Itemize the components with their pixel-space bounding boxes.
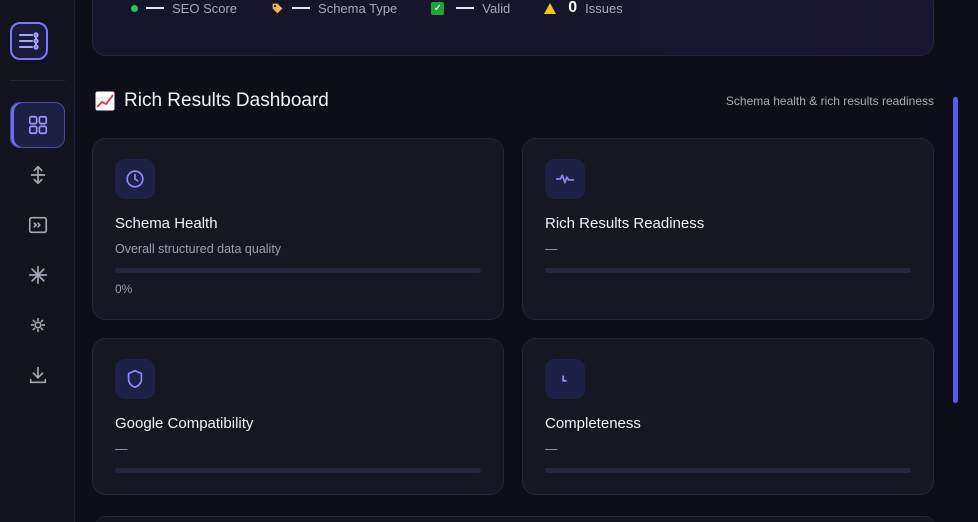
value-placeholder (292, 7, 311, 9)
card-icon-box (545, 359, 585, 399)
card-description: — (545, 242, 558, 256)
status-dot-icon (131, 4, 138, 12)
main-content: SEO Score Schema Type ✓ Valid 0 Issues R… (75, 0, 978, 522)
card-title: Schema Health (115, 215, 218, 232)
value-placeholder (456, 7, 475, 9)
card-description: — (115, 442, 128, 456)
menu-list-icon (19, 32, 39, 50)
card-google-compatibility: Google Compatibility — (92, 338, 504, 495)
progress-bar (115, 468, 481, 473)
card-title: Rich Results Readiness (545, 215, 705, 232)
terminal-icon (28, 216, 47, 234)
nav-dashboard[interactable] (10, 102, 65, 148)
stat-seo-score: SEO Score (131, 1, 237, 16)
settings-icon (30, 317, 45, 333)
shield-icon (127, 369, 143, 389)
summary-card: SEO Score Schema Type ✓ Valid 0 Issues (92, 0, 934, 56)
warning-icon (544, 2, 557, 14)
stats-row: SEO Score Schema Type ✓ Valid 0 Issues (131, 0, 657, 17)
sidebar-divider (10, 80, 65, 81)
resize-vertical-icon (30, 165, 45, 185)
checkmark-icon: ✓ (431, 1, 445, 15)
progress-bar (545, 268, 911, 273)
card-description: Overall structured data quality (115, 242, 282, 256)
activity-icon (555, 174, 575, 184)
scrollbar-thumb[interactable] (953, 97, 958, 403)
card-description: — (545, 442, 558, 456)
progress-bar (545, 468, 911, 473)
card-completeness: Completeness — (522, 338, 934, 495)
sparkle-icon (28, 265, 47, 285)
progress-value: 0% (115, 282, 133, 296)
sidebar (0, 0, 75, 522)
nav-download[interactable] (10, 352, 65, 398)
pie-icon (562, 375, 567, 382)
schema-type-label: Schema Type (318, 0, 398, 16)
card-icon-box (545, 159, 585, 199)
tag-icon (272, 3, 283, 13)
seo-score-label: SEO Score (172, 0, 238, 16)
app-logo[interactable] (10, 22, 48, 60)
stat-issues: 0 Issues (544, 0, 623, 17)
card-schema-health: Schema Health Overall structured data qu… (92, 138, 504, 320)
issues-label: Issues (585, 0, 623, 16)
nav-resize[interactable] (10, 152, 65, 198)
dashboard-icon (28, 115, 47, 135)
nav-sparkle[interactable] (10, 252, 65, 298)
progress-bar (115, 268, 481, 273)
valid-label: Valid (482, 0, 511, 16)
card-title: Google Compatibility (115, 415, 254, 432)
stat-schema-type: Schema Type (271, 1, 397, 16)
nav-terminal[interactable] (10, 202, 65, 248)
card-title: Completeness (545, 415, 641, 432)
clock-icon (126, 170, 144, 188)
card-rich-results-readiness: Rich Results Readiness — (522, 138, 934, 320)
next-card-edge (95, 516, 935, 522)
card-icon-box (115, 159, 155, 199)
chart-increasing-icon (95, 91, 115, 111)
download-icon (29, 366, 46, 384)
card-icon-box (115, 359, 155, 399)
page-title: Rich Results Dashboard (124, 90, 329, 111)
section-subtitle: Schema health & rich results readiness (725, 94, 934, 108)
value-placeholder (146, 7, 164, 9)
issues-count: 0 (568, 0, 578, 16)
nav-settings[interactable] (10, 302, 65, 348)
stat-valid: ✓ Valid (431, 1, 510, 16)
section-header: Rich Results Dashboard (95, 90, 329, 112)
